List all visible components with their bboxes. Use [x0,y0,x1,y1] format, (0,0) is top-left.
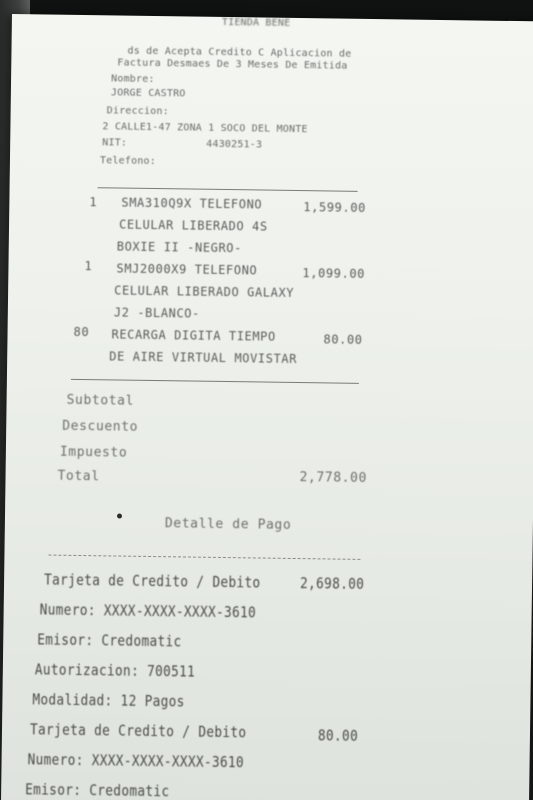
nombre-value: JORGE CASTRO [110,87,186,100]
total-value: 2,778.00 [299,470,368,487]
ink-speck [116,513,123,519]
payment-1-modalidad: Modalidad: 12 Pagos [32,690,185,711]
payment-1-emisor: Emisor: Credomatic [37,630,182,651]
item-3-desc-2: DE AIRE VIRTUAL MOVISTAR [109,349,298,367]
subtotal-label: Subtotal [66,392,135,409]
item-2-desc-2: CELULAR LIBERADO GALAXY [114,283,295,300]
item-1-amount: 1,599.00 [303,200,367,215]
item-1-desc-2: CELULAR LIBERADO 4S [118,217,268,234]
direccion-value: 2 CALLE1-47 ZONA 1 SOCO DEL MONTE [102,121,308,136]
nombre-label: Nombre: [111,73,155,85]
item-1-desc-3: BOXIE II -NEGRO- [116,239,243,256]
direccion-label: Direccion: [106,105,169,118]
item-2-qty: 1 [84,259,93,274]
descuento-label: Descuento [62,418,139,435]
item-1-desc-1: SMA310Q9X TELEFONO [121,195,263,212]
store-name: TIENDA BENE [221,16,291,29]
item-3-qty: 80 [73,324,90,340]
item-3-amount: 80.00 [323,332,363,347]
receipt-paper: TIENDA BENE ds de Acepta Credito C Aplic… [0,14,533,800]
item-2-desc-3: J2 -BLANCO- [113,305,201,321]
payment-1-autorizacion: Autorizacion: 700511 [34,660,196,681]
payment-divider [48,554,361,560]
item-2-desc-1: SMJ2000X9 TELEFONO [116,261,258,278]
item-1-qty: 1 [89,195,98,210]
header-line-2: Factura Desmaes De 3 Meses De Emitida [117,57,348,72]
item-3-desc-1: RECARGA DIGITA TIEMPO [111,327,276,344]
telefono-label: Telefono: [99,155,157,168]
payment-1-method: Tarjeta de Credito / Debito [43,570,261,592]
header-divider [97,187,358,192]
payment-1-amount: 2,698.00 [299,574,365,593]
payment-1-numero: Numero: XXXX-XXXX-XXXX-3610 [39,600,257,622]
item-2-amount: 1,099.00 [302,266,366,281]
payment-2-method: Tarjeta de Credito / Debito [29,720,247,742]
items-divider [70,378,359,384]
payment-detail-title: Detalle de Pago [164,516,292,533]
payment-2-emisor: Emisor: Credomatic [25,780,170,800]
impuesto-label: Impuesto [59,444,128,461]
nit-label: NIT: [102,137,128,149]
payment-2-amount: 80.00 [317,726,359,745]
payment-2-numero: Numero: XXXX-XXXX-XXXX-3610 [27,750,245,772]
photo-scene: TIENDA BENE ds de Acepta Credito C Aplic… [0,0,533,800]
total-label: Total [57,468,100,485]
nit-value: 4430251-3 [206,138,263,151]
